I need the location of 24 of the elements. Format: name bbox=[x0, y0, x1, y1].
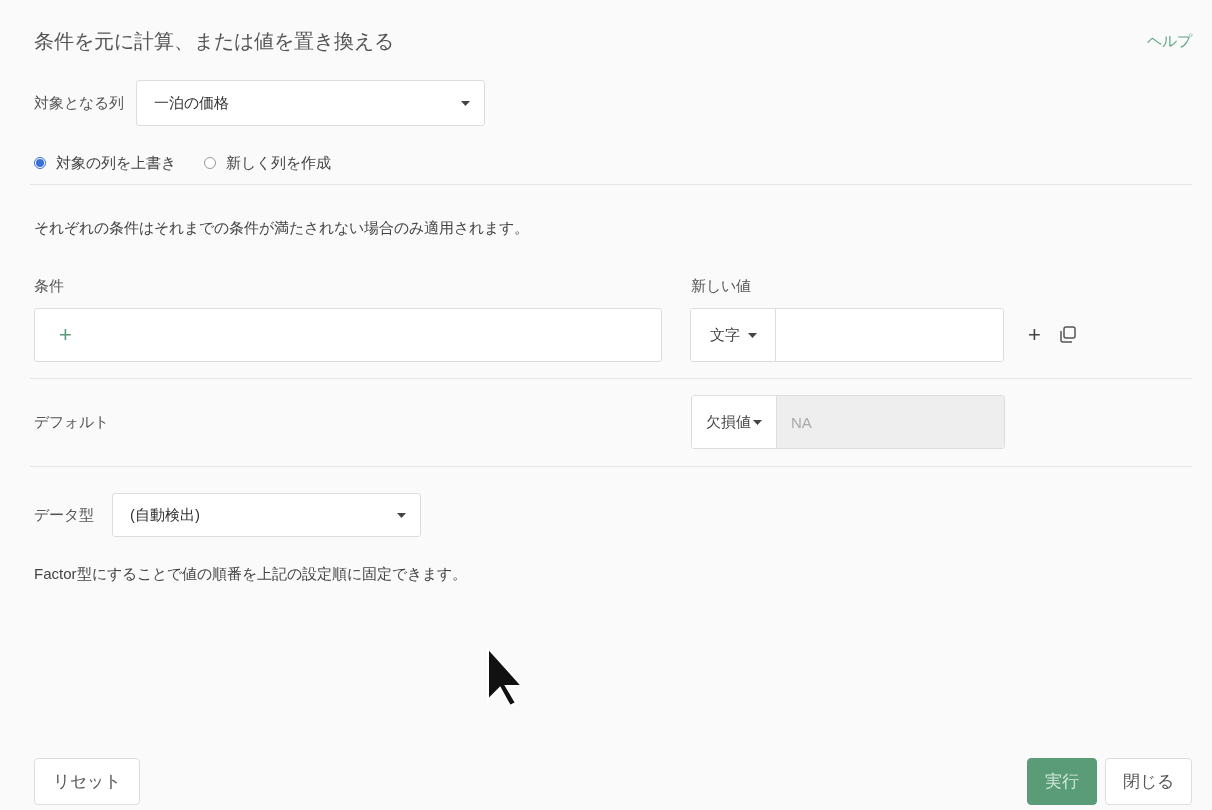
radio-label[interactable]: 新しく列を作成 bbox=[226, 153, 331, 173]
dialog-title: 条件を元に計算、または値を置き換える bbox=[34, 28, 394, 54]
data-type-label: データ型 bbox=[34, 505, 94, 525]
target-column-label: 対象となる列 bbox=[34, 93, 124, 113]
copy-icon[interactable] bbox=[1057, 325, 1078, 345]
caret-icon bbox=[753, 419, 762, 425]
column-select[interactable]: 一泊の価格 bbox=[136, 80, 485, 126]
default-label: デフォルト bbox=[34, 412, 110, 432]
condition-note: それぞれの条件はそれまでの条件が満たされない場合のみ適用されます。 bbox=[34, 219, 530, 238]
radio-button[interactable] bbox=[34, 157, 46, 169]
new-value-header: 新しい値 bbox=[691, 276, 751, 296]
caret-icon bbox=[461, 100, 470, 106]
caret-icon bbox=[747, 332, 757, 338]
factor-note: Factor型にすることで値の順番を上記の設定順に固定できます。 bbox=[34, 565, 468, 584]
close-button[interactable]: 閉じる bbox=[1105, 758, 1192, 805]
caret-icon bbox=[397, 512, 406, 518]
condition-header: 条件 bbox=[34, 276, 65, 296]
new-value-field[interactable]: 文字 bbox=[690, 308, 1004, 362]
value-type-dropdown[interactable]: 文字 bbox=[691, 309, 776, 361]
radio-button[interactable] bbox=[204, 157, 216, 169]
reset-button[interactable]: リセット bbox=[34, 758, 140, 805]
add-row-icon[interactable]: + bbox=[1028, 322, 1041, 348]
data-type-select[interactable]: (自動検出) bbox=[112, 493, 421, 537]
radio-label[interactable]: 対象の列を上書き bbox=[56, 153, 176, 173]
